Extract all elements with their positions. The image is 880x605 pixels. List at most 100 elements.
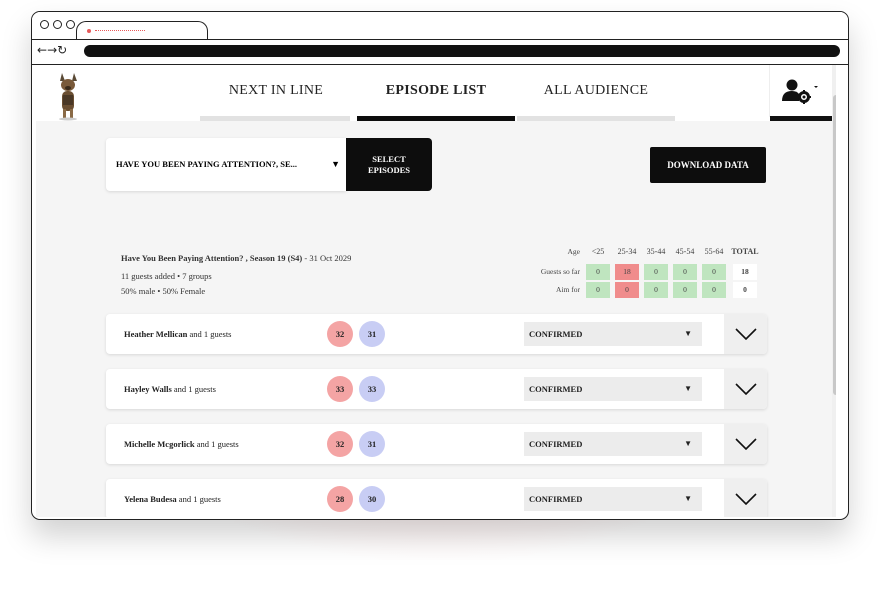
age-col-header: 35-44 — [646, 247, 666, 256]
expand-row-button[interactable] — [724, 369, 767, 409]
maximize-dot[interactable] — [66, 20, 75, 29]
stat-total: 18 — [733, 264, 757, 280]
forward-arrow-icon[interactable]: → — [47, 43, 57, 57]
tab-all-audience-underline — [517, 116, 675, 121]
guest-count: and 1 guests — [187, 329, 232, 339]
status-value: CONFIRMED — [529, 329, 583, 339]
episode-title: Have You Been Paying Attention? , Season… — [121, 253, 303, 263]
tab-episode-list-underline — [357, 116, 515, 121]
status-value: CONFIRMED — [529, 494, 583, 504]
total-col-header: TOTAL — [731, 247, 759, 256]
age-badge: 31 — [359, 431, 385, 457]
guest-name: Heather Mellican — [124, 329, 188, 339]
guest-row: Michelle Mcgorlick and 1 guests 32 31 CO… — [106, 424, 767, 464]
chevron-down-icon — [734, 328, 757, 340]
guest-name: Yelena Budesa — [124, 494, 177, 504]
tab-next-in-line[interactable]: NEXT IN LINE — [206, 65, 346, 117]
age-badge: 33 — [359, 376, 385, 402]
age-label: Age — [567, 247, 581, 256]
caret-down-icon: ▼ — [684, 384, 692, 393]
age-col-header: 25-34 — [617, 247, 637, 256]
guest-count: and 1 guests — [194, 439, 239, 449]
aim-for-label: Aim for — [556, 285, 580, 294]
reload-icon[interactable]: ↻ — [57, 43, 67, 57]
user-menu[interactable] — [769, 65, 834, 121]
status-select[interactable]: CONFIRMED ▼ — [524, 432, 702, 456]
status-value: CONFIRMED — [529, 384, 583, 394]
chevron-down-icon — [734, 493, 757, 505]
stat-cell: 0 — [702, 282, 726, 298]
minimize-dot[interactable] — [53, 20, 62, 29]
age-badge: 33 — [327, 376, 353, 402]
tab-episode-list[interactable]: EPISODE LIST — [366, 65, 506, 117]
caret-down-icon: ▼ — [684, 494, 692, 503]
stat-total: 0 — [733, 282, 757, 298]
stat-cell: 0 — [673, 282, 697, 298]
guest-row: Heather Mellican and 1 guests 32 31 CONF… — [106, 314, 767, 354]
tab-next-in-line-underline — [200, 116, 350, 121]
scrollbar-thumb[interactable] — [833, 95, 836, 395]
app-header: NEXT IN LINE EPISODE LIST ALL AUDIENCE — [36, 65, 836, 121]
episode-select[interactable]: HAVE YOU BEEN PAYING ATTENTION?, SE... ▼ — [106, 138, 346, 191]
scrollbar[interactable] — [832, 65, 836, 517]
guest-name-cell: Heather Mellican and 1 guests — [124, 314, 232, 354]
user-gear-icon — [782, 79, 818, 104]
age-badge: 28 — [327, 486, 353, 512]
back-arrow-icon[interactable]: ← — [37, 43, 47, 57]
stat-cell: 0 — [644, 264, 668, 280]
select-episodes-label: SELECT EPISODES — [367, 154, 411, 175]
age-badge: 32 — [327, 431, 353, 457]
window-controls — [40, 20, 75, 29]
expand-row-button[interactable] — [724, 479, 767, 517]
app-content: NEXT IN LINE EPISODE LIST ALL AUDIENCE H… — [36, 65, 836, 517]
address-bar[interactable] — [84, 45, 840, 57]
guest-row: Yelena Budesa and 1 guests 28 30 CONFIRM… — [106, 479, 767, 517]
status-select[interactable]: CONFIRMED ▼ — [524, 377, 702, 401]
guest-name: Michelle Mcgorlick — [124, 439, 195, 449]
tab-title-placeholder — [95, 30, 145, 31]
episode-date: - 31 Oct 2029 — [302, 253, 352, 263]
age-col-header: 55-64 — [704, 247, 724, 256]
chevron-down-icon — [734, 438, 757, 450]
age-badge: 30 — [359, 486, 385, 512]
status-select[interactable]: CONFIRMED ▼ — [524, 322, 702, 346]
browser-tab[interactable] — [76, 21, 208, 40]
episode-guests-groups: 11 guests added • 7 groups — [121, 271, 212, 281]
age-col-header: <25 — [591, 247, 605, 256]
stat-cell: 0 — [702, 264, 726, 280]
guest-name-cell: Yelena Budesa and 1 guests — [124, 479, 221, 517]
stat-cell: 0 — [586, 282, 610, 298]
guest-name-cell: Michelle Mcgorlick and 1 guests — [124, 424, 239, 464]
browser-nav-icons: ←→↻ — [37, 43, 67, 57]
select-episodes-button[interactable]: SELECT EPISODES — [346, 138, 432, 191]
age-col-header: 45-54 — [675, 247, 695, 256]
download-data-button[interactable]: DOWNLOAD DATA — [650, 147, 766, 183]
browser-chrome: ←→↻ — [32, 12, 848, 65]
guest-row: Hayley Walls and 1 guests 33 33 CONFIRME… — [106, 369, 767, 409]
guest-name: Hayley Walls — [124, 384, 172, 394]
caret-down-icon: ▼ — [684, 329, 692, 338]
stat-cell: 0 — [586, 264, 610, 280]
dog-logo-icon — [59, 73, 77, 121]
stat-cell: 0 — [673, 264, 697, 280]
chevron-down-icon — [734, 383, 757, 395]
status-select[interactable]: CONFIRMED ▼ — [524, 487, 702, 511]
guest-count: and 1 guests — [171, 384, 216, 394]
tab-favicon-icon — [87, 29, 91, 33]
stat-cell: 18 — [615, 264, 639, 280]
guests-so-far-label: Guests so far — [540, 267, 580, 276]
stat-cell: 0 — [644, 282, 668, 298]
stat-cell: 0 — [615, 282, 639, 298]
guest-count: and 1 guests — [176, 494, 221, 504]
caret-down-icon: ▼ — [684, 439, 692, 448]
age-badge: 31 — [359, 321, 385, 347]
age-badge: 32 — [327, 321, 353, 347]
caret-down-icon: ▼ — [331, 159, 340, 169]
episode-select-value: HAVE YOU BEEN PAYING ATTENTION?, SE... — [116, 159, 297, 169]
tab-all-audience[interactable]: ALL AUDIENCE — [526, 65, 666, 117]
status-value: CONFIRMED — [529, 439, 583, 449]
expand-row-button[interactable] — [724, 314, 767, 354]
guest-name-cell: Hayley Walls and 1 guests — [124, 369, 216, 409]
close-dot[interactable] — [40, 20, 49, 29]
expand-row-button[interactable] — [724, 424, 767, 464]
